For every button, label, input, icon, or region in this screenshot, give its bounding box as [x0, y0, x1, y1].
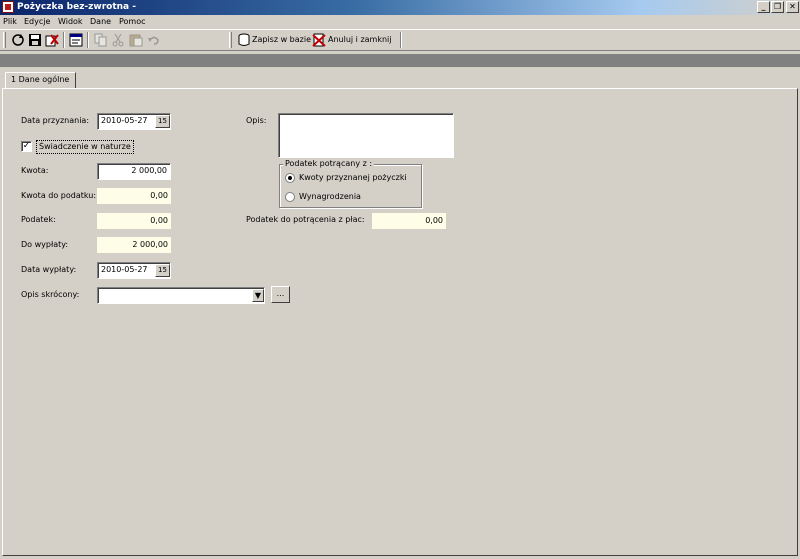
restore-button[interactable]: ❐	[771, 1, 784, 13]
calendar-icon[interactable]: 15	[155, 264, 170, 277]
calendar-icon[interactable]: 15	[155, 115, 170, 128]
radio-wynagrodzenia[interactable]	[285, 192, 295, 202]
do-wyplaty-label: Do wypłaty:	[21, 240, 69, 249]
cancel-icon[interactable]	[311, 32, 327, 48]
kwota-do-podatku-value: 0,00	[97, 188, 171, 204]
opis-label: Opis:	[246, 116, 267, 125]
toolbar-grip[interactable]	[3, 32, 6, 48]
menu-bar: Plik Edycje Widok Dane Pomoc	[0, 15, 800, 29]
swiadczenie-label[interactable]: Świadczenie w naturze	[36, 140, 134, 154]
tab-dane-ogolne[interactable]: 1 Dane ogólne	[5, 72, 76, 88]
dropdown-arrow-icon[interactable]: ▼	[252, 289, 264, 302]
menu-widok[interactable]: Widok	[58, 16, 83, 28]
save-to-db-button[interactable]: Zapisz w bazie	[252, 32, 311, 48]
opis-textarea[interactable]	[278, 113, 454, 158]
opis-skrocony-combo[interactable]	[97, 287, 265, 304]
radio-kwoty-przyznanej[interactable]	[285, 173, 295, 183]
toolbar-separator	[63, 32, 65, 48]
app-icon[interactable]	[2, 1, 14, 13]
properties-icon[interactable]	[68, 32, 84, 48]
menu-plik[interactable]: Plik	[3, 16, 17, 28]
podatek-value: 0,00	[97, 213, 171, 229]
podatek-potracany-legend: Podatek potrącany z :	[283, 158, 375, 170]
paste-icon[interactable]	[128, 32, 144, 48]
opis-skrocony-label: Opis skrócony:	[21, 290, 80, 299]
podatek-do-potracenia-value: 0,00	[372, 213, 446, 229]
delete-icon[interactable]	[44, 32, 60, 48]
swiadczenie-checkbox[interactable]: ✓	[21, 141, 32, 152]
do-wyplaty-value: 2 000,00	[97, 237, 171, 253]
window-title: Pożyczka bez-zwrotna -	[17, 2, 136, 12]
data-przyznania-label: Data przyznania:	[21, 116, 90, 125]
save-to-db-icon[interactable]	[236, 32, 252, 48]
podatek-do-potracenia-label: Podatek do potrącenia z płac:	[246, 215, 365, 224]
toolbar-separator	[400, 32, 402, 48]
toolbar-grip[interactable]	[229, 32, 232, 48]
kwota-do-podatku-label: Kwota do podatku:	[21, 191, 97, 200]
copy-icon[interactable]	[93, 32, 109, 48]
save-icon[interactable]	[27, 32, 43, 48]
radio-wynagrodzenia-label[interactable]: Wynagrodzenia	[299, 191, 361, 203]
cut-icon[interactable]	[110, 32, 126, 48]
minimize-button[interactable]: _	[757, 1, 770, 13]
close-button[interactable]: ✕	[786, 1, 799, 13]
podatek-label: Podatek:	[21, 215, 56, 224]
menu-edycje[interactable]: Edycje	[24, 16, 50, 28]
kwota-field[interactable]: 2 000,00	[97, 163, 171, 180]
menu-dane[interactable]: Dane	[90, 16, 111, 28]
cancel-close-button[interactable]: Anuluj i zamknij	[328, 32, 391, 48]
menu-pomoc[interactable]: Pomoc	[119, 16, 146, 28]
refresh-icon[interactable]	[10, 32, 26, 48]
toolbar-separator	[87, 32, 89, 48]
ellipsis-button[interactable]: ...	[271, 286, 290, 303]
data-wyplaty-label: Data wypłaty:	[21, 265, 77, 274]
kwota-label: Kwota:	[21, 166, 49, 175]
tab-panel	[2, 88, 798, 556]
radio-kwoty-przyznanej-label[interactable]: Kwoty przyznanej pożyczki	[299, 172, 407, 184]
header-strip	[0, 54, 800, 67]
undo-icon[interactable]	[146, 32, 162, 48]
